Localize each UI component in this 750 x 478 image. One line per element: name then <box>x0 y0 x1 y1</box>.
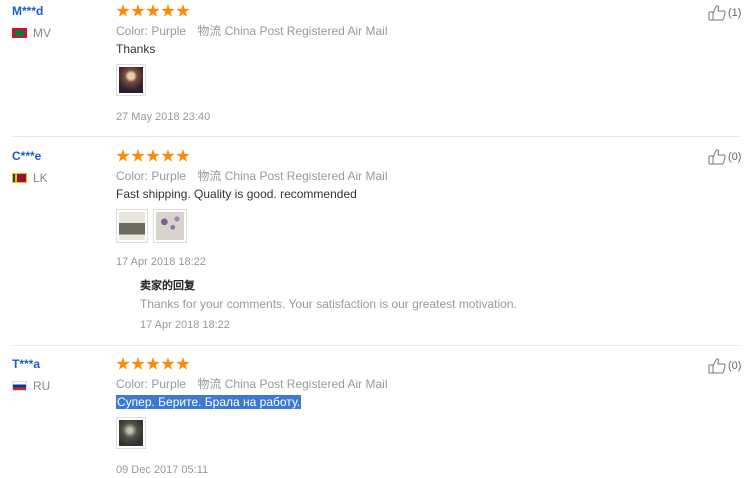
review-date: 17 Apr 2018 18:22 <box>116 256 206 268</box>
helpful-button[interactable]: (0) <box>708 358 741 374</box>
thumbs-up-icon <box>708 358 726 374</box>
helpful-button[interactable]: (0) <box>708 149 741 165</box>
star-icon <box>131 149 145 162</box>
color-label: Color: <box>116 377 149 391</box>
star-icon <box>161 357 175 370</box>
helpful-count: (0) <box>728 151 742 163</box>
divider <box>12 345 740 346</box>
star-icon <box>131 4 145 17</box>
color-value: Purple <box>151 24 187 38</box>
star-icon <box>161 4 175 17</box>
shipping-value: China Post Registered Air Mail <box>224 24 388 38</box>
divider <box>12 136 740 137</box>
star-icon <box>116 4 130 17</box>
seller-reply-text: Thanks for your comments. Your satisfact… <box>140 297 517 311</box>
reviewer-name[interactable]: M***d <box>12 4 43 18</box>
order-info: Color: Purple 物流 China Post Registered A… <box>116 375 396 392</box>
review-date: 27 May 2018 23:40 <box>116 111 211 123</box>
country-code: MV <box>33 26 51 40</box>
color-label: Color: <box>116 169 149 183</box>
reviewer-name[interactable]: T***a <box>12 357 40 371</box>
shipping-value: China Post Registered Air Mail <box>224 169 388 183</box>
star-rating <box>116 4 190 18</box>
color-label: Color: <box>116 24 149 38</box>
star-icon <box>161 149 175 162</box>
flag-icon <box>12 381 27 391</box>
review-photo[interactable] <box>116 64 146 96</box>
order-info: Color: Purple 物流 China Post Registered A… <box>116 22 396 39</box>
order-info: Color: Purple 物流 China Post Registered A… <box>116 167 396 184</box>
color-value: Purple <box>151 169 187 183</box>
star-icon <box>146 4 160 17</box>
review-comment: Супер. Берите. Брала на работу. <box>116 395 302 409</box>
review-photo[interactable] <box>116 417 146 449</box>
flag-icon <box>12 173 27 183</box>
color-value: Purple <box>151 377 187 391</box>
seller-reply-title: 卖家的回复 <box>140 280 195 292</box>
star-rating <box>116 357 190 371</box>
shipping-value: China Post Registered Air Mail <box>224 377 388 391</box>
star-icon <box>146 357 160 370</box>
star-icon <box>116 357 130 370</box>
star-icon <box>176 4 190 17</box>
helpful-count: (0) <box>728 360 742 372</box>
seller-reply-date: 17 Apr 2018 18:22 <box>140 319 230 331</box>
shipping-label: 物流 <box>197 377 222 391</box>
reviewer-country: LK <box>12 171 48 185</box>
star-icon <box>176 149 190 162</box>
thumbs-up-icon <box>708 5 726 21</box>
review-photo[interactable] <box>153 209 187 243</box>
star-icon <box>116 149 130 162</box>
reviewer-name[interactable]: C***e <box>12 149 41 163</box>
country-code: RU <box>33 379 51 393</box>
review-date: 09 Dec 2017 05:11 <box>116 464 209 476</box>
reviewer-country: RU <box>12 379 50 393</box>
helpful-count: (1) <box>728 7 742 19</box>
thumbs-up-icon <box>708 149 726 165</box>
star-icon <box>146 149 160 162</box>
review-comment: Fast shipping. Quality is good. recommen… <box>116 187 357 201</box>
star-icon <box>131 357 145 370</box>
reviewer-country: MV <box>12 26 51 40</box>
helpful-button[interactable]: (1) <box>708 5 741 21</box>
review-photo[interactable] <box>116 209 148 243</box>
shipping-label: 物流 <box>197 24 222 38</box>
star-rating <box>116 149 190 163</box>
flag-icon <box>12 28 27 38</box>
country-code: LK <box>33 171 48 185</box>
review-comment: Thanks <box>116 42 156 56</box>
star-icon <box>176 357 190 370</box>
shipping-label: 物流 <box>197 169 222 183</box>
